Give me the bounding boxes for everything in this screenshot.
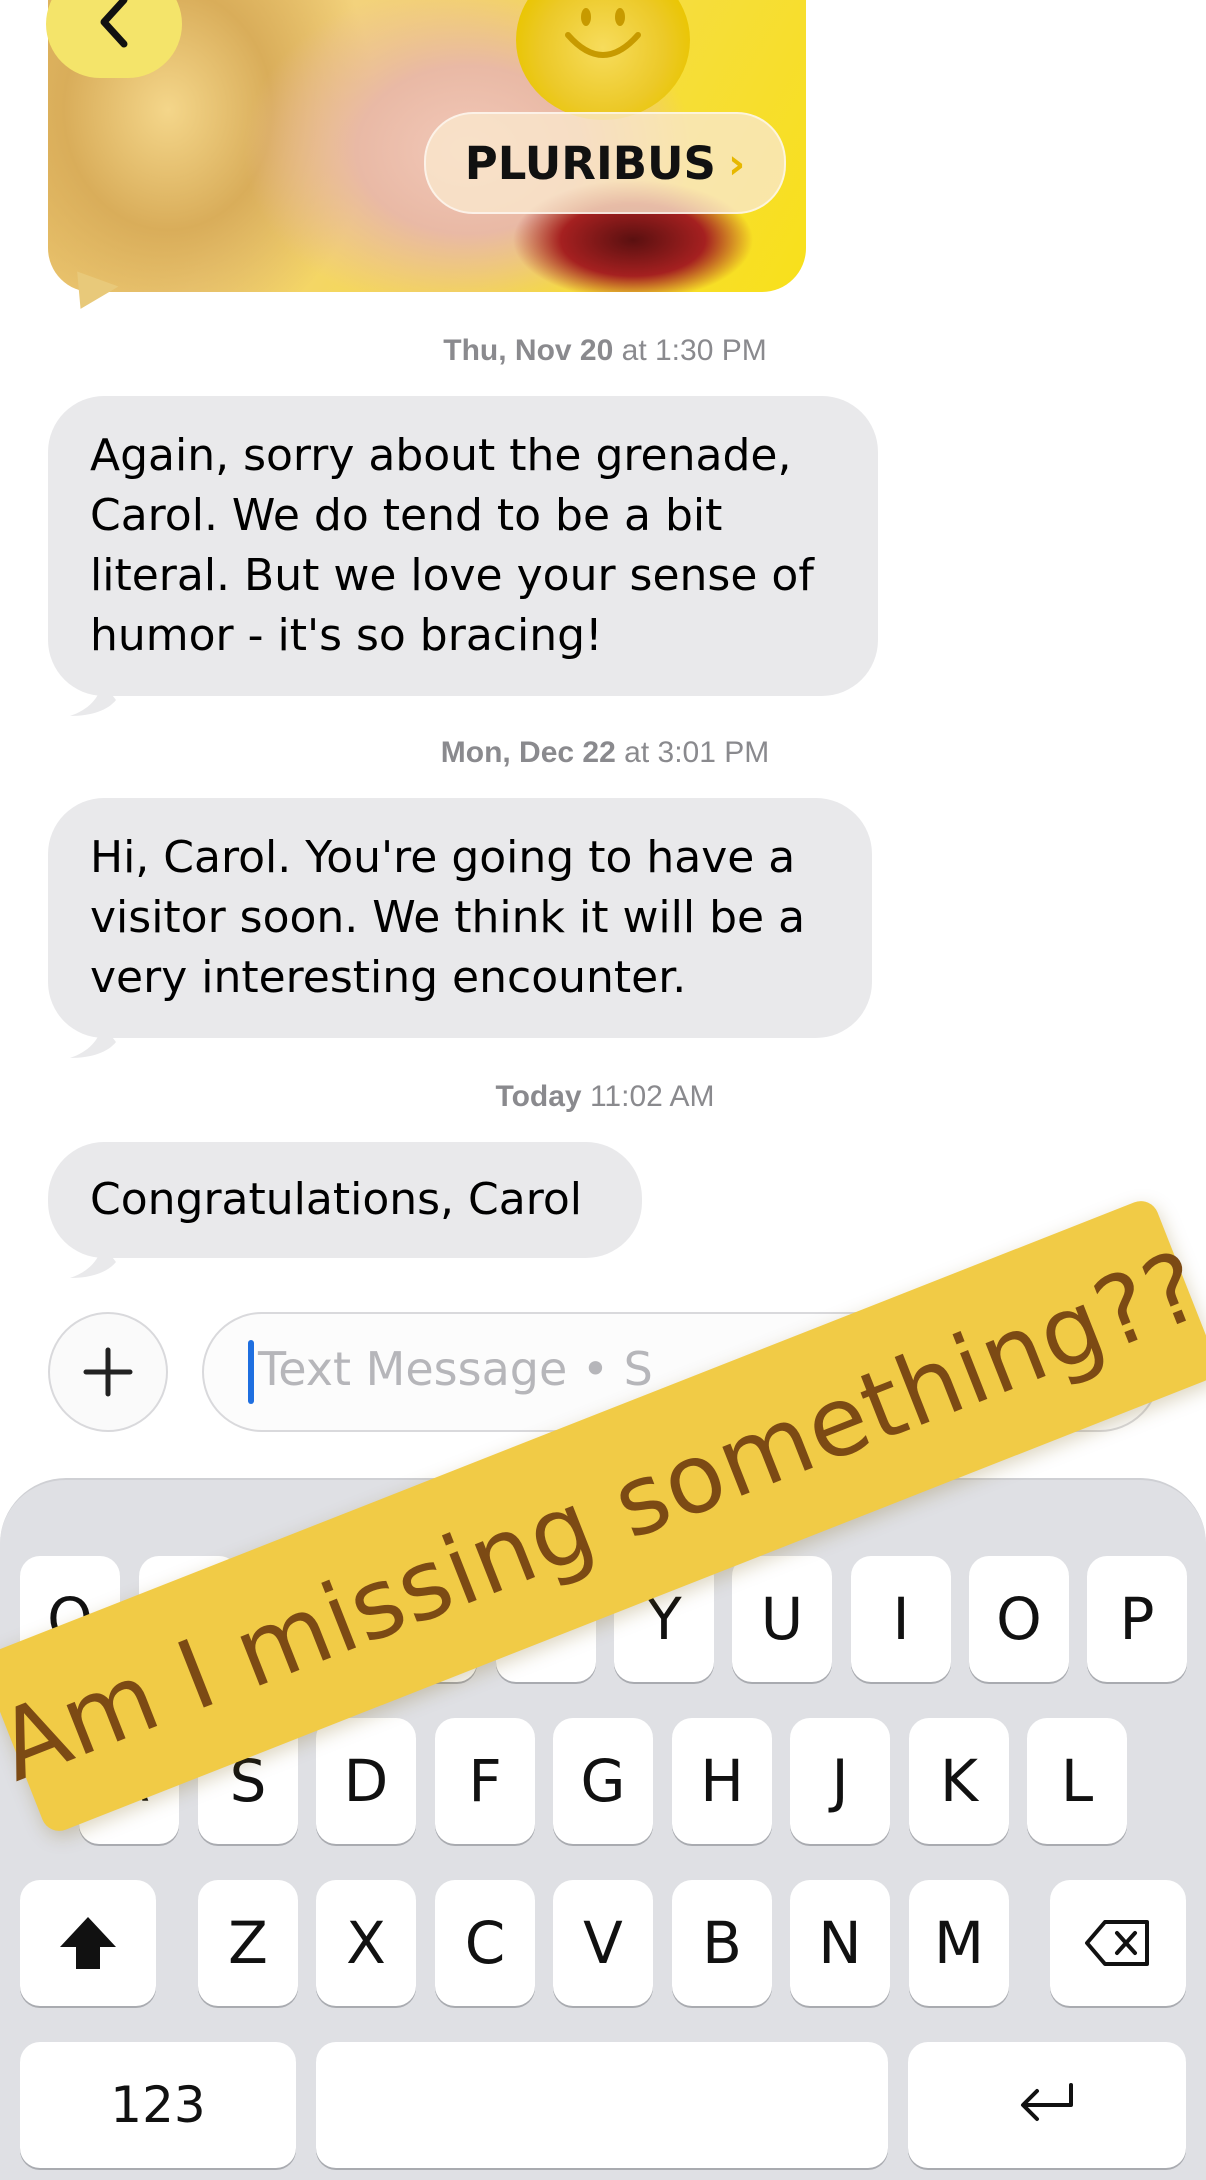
chevron-right-icon: › [727,138,746,188]
message-text: Again, sorry about the grenade, Carol. W… [90,430,814,661]
message-input-placeholder: Text Message • S [258,1342,653,1396]
key-p[interactable]: P [1087,1556,1187,1682]
key-label: M [933,1909,985,1977]
return-icon [1021,2083,1073,2121]
delete-icon [1085,1920,1149,1966]
key-label: C [464,1909,506,1977]
key-j[interactable]: J [790,1718,890,1844]
key-c[interactable]: C [435,1880,535,2006]
key-label: I [892,1585,910,1653]
delete-key[interactable] [1050,1880,1186,2006]
key-label: U [760,1585,804,1653]
numbers-key[interactable]: 123 [20,2042,296,2168]
plus-icon [83,1347,133,1397]
key-label: D [343,1747,389,1815]
key-h[interactable]: H [672,1718,772,1844]
timestamp-time: at 1:30 PM [621,334,767,367]
message-bubble[interactable]: Hi, Carol. You're going to have a visito… [48,798,872,1038]
message-text: Congratulations, Carol [90,1174,582,1225]
key-n[interactable]: N [790,1880,890,2006]
key-label: J [831,1747,849,1815]
key-o[interactable]: O [969,1556,1069,1682]
message-text: Hi, Carol. You're going to have a visito… [90,832,806,1003]
contact-name: PLURIBUS [464,136,716,190]
key-label: G [580,1747,626,1815]
space-key[interactable] [316,2042,888,2168]
key-g[interactable]: G [553,1718,653,1844]
key-k[interactable]: K [909,1718,1009,1844]
timestamp-day: Today [495,1080,582,1113]
timestamp-time: at 3:01 PM [624,736,770,769]
back-icon [100,0,128,48]
key-label: P [1119,1585,1155,1653]
key-f[interactable]: F [435,1718,535,1844]
key-i[interactable]: I [851,1556,951,1682]
key-u[interactable]: U [732,1556,832,1682]
key-label: K [939,1747,979,1815]
key-label: N [818,1909,862,1977]
key-x[interactable]: X [316,1880,416,2006]
timestamp-day: Mon, Dec 22 [440,736,616,769]
key-label: B [702,1909,742,1977]
key-label: Z [228,1909,268,1977]
message-bubble[interactable]: Congratulations, Carol [48,1142,642,1258]
contact-name-button[interactable]: PLURIBUS › [424,112,786,214]
key-z[interactable]: Z [198,1880,298,2006]
key-label: H [700,1747,744,1815]
message-bubble[interactable]: Again, sorry about the grenade, Carol. W… [48,396,878,696]
shift-icon [60,1917,116,1969]
key-v[interactable]: V [553,1880,653,2006]
key-label: V [583,1909,623,1977]
key-d[interactable]: D [316,1718,416,1844]
key-l[interactable]: L [1027,1718,1127,1844]
key-label: O [996,1585,1042,1653]
key-label: F [468,1747,502,1815]
timestamp-day: Thu, Nov 20 [443,334,614,367]
key-b[interactable]: B [672,1880,772,2006]
key-label: X [346,1909,386,1977]
apps-plus-button[interactable] [48,1312,168,1432]
shift-key[interactable] [20,1880,156,2006]
return-key[interactable] [908,2042,1186,2168]
text-caret [248,1340,254,1404]
timestamp-time: 11:02 AM [589,1080,715,1113]
key-label: 123 [110,2076,206,2134]
key-label: L [1060,1747,1094,1815]
key-m[interactable]: M [909,1880,1009,2006]
